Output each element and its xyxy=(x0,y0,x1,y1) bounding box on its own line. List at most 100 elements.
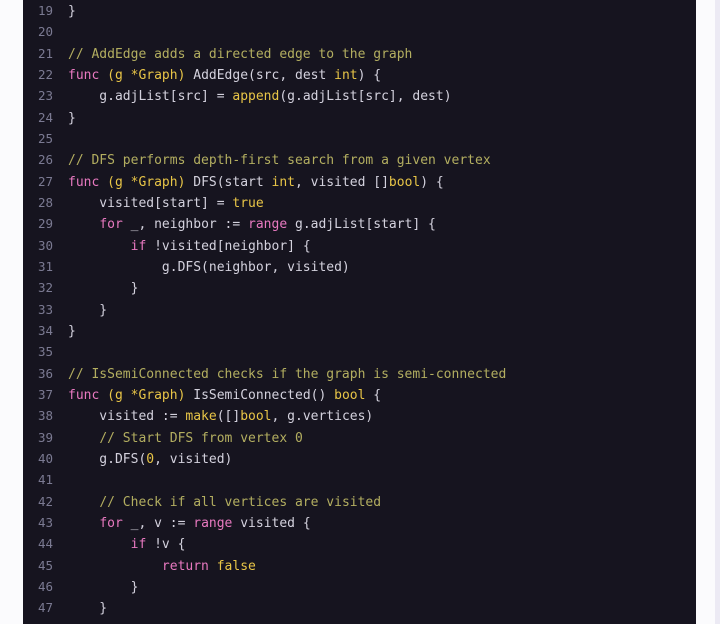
code-line-text[interactable]: visited[start] = true xyxy=(53,193,696,214)
code-line-text[interactable]: for _, neighbor := range g.adjList[start… xyxy=(53,214,696,235)
line-number: 36 xyxy=(37,365,53,381)
code-token: } xyxy=(68,4,76,19)
line-number: 45 xyxy=(37,557,53,573)
code-token: make xyxy=(185,409,217,425)
code-line[interactable]: 35 xyxy=(23,341,696,362)
code-token: _, v := xyxy=(122,515,194,531)
code-line-text[interactable]: for _, v := range visited { xyxy=(53,513,696,534)
code-line-text[interactable]: visited := make([]bool, g.vertices) xyxy=(53,406,696,427)
code-line[interactable]: 44 if !v { xyxy=(23,533,696,554)
code-token: } xyxy=(68,601,108,617)
code-line-text[interactable]: g.DFS(0, visited) xyxy=(53,449,696,470)
code-line[interactable]: 29 for _, neighbor := range g.adjList[st… xyxy=(23,213,696,234)
code-line-text[interactable]: func (g *Graph) AddEdge(src, dest int) { xyxy=(53,65,696,86)
code-token: if xyxy=(130,238,147,254)
code-line[interactable]: 24} xyxy=(23,107,696,128)
code-line-text[interactable]: } xyxy=(53,577,696,598)
code-line-text[interactable]: } xyxy=(53,598,696,619)
code-line-text[interactable]: } xyxy=(53,300,696,321)
code-line-text[interactable]: } xyxy=(53,108,696,129)
code-line-text[interactable]: // IsSemiConnected checks if the graph i… xyxy=(53,364,696,385)
code-token: (g.adjList[src], dest) xyxy=(279,89,452,105)
code-line[interactable]: 32 } xyxy=(23,277,696,298)
code-line-text[interactable]: func (g *Graph) DFS(start int, visited [… xyxy=(53,172,696,193)
code-line[interactable]: 39 // Start DFS from vertex 0 xyxy=(23,427,696,448)
code-line[interactable]: 42 // Check if all vertices are visited xyxy=(23,491,696,512)
code-line-text[interactable]: return false xyxy=(53,556,696,577)
code-token: (g *Graph) xyxy=(107,387,186,403)
code-token: visited { xyxy=(232,515,311,531)
code-line[interactable]: 31 g.DFS(neighbor, visited) xyxy=(23,256,696,277)
code-line[interactable]: 20 xyxy=(23,21,696,42)
code-token: (g *Graph) xyxy=(107,67,186,83)
code-line[interactable]: 46 } xyxy=(23,576,696,597)
code-token: { xyxy=(365,387,382,403)
code-scroll-area[interactable]: 19} 20 21 // AddEdge adds a directed edge t… xyxy=(23,0,696,624)
code-token: visited := xyxy=(68,409,186,425)
code-token: 0 xyxy=(146,451,155,467)
code-token: return xyxy=(161,558,209,574)
code-token: for xyxy=(99,217,123,233)
code-line[interactable]: 25 xyxy=(23,128,696,149)
code-line-text[interactable]: // Check if all vertices are visited xyxy=(53,492,696,513)
code-line[interactable]: 34} xyxy=(23,320,696,341)
code-token: // Start DFS from vertex 0 xyxy=(99,430,303,446)
line-number: 24 xyxy=(37,109,53,125)
code-line[interactable]: 43 for _, v := range visited { xyxy=(23,512,696,533)
code-line-text[interactable]: // Start DFS from vertex 0 xyxy=(53,428,696,449)
code-line[interactable]: 23 g.adjList[src] = append(g.adjList[src… xyxy=(23,85,696,106)
code-line[interactable]: 30 if !visited[neighbor] { xyxy=(23,235,696,256)
code-line-text[interactable]: if !visited[neighbor] { xyxy=(53,236,696,257)
line-number: 46 xyxy=(37,578,53,594)
code-line[interactable]: 38 visited := make([]bool, g.vertices) xyxy=(23,405,696,426)
code-token: append xyxy=(232,89,280,105)
code-line-text[interactable]: } xyxy=(53,321,696,342)
line-number: 38 xyxy=(37,408,53,424)
code-line[interactable]: 26 // DFS performs depth-first search fro… xyxy=(23,149,696,170)
line-number: 21 xyxy=(37,45,53,61)
line-number: 35 xyxy=(37,344,53,360)
code-line-text[interactable]: if !v { xyxy=(53,534,696,555)
line-number: 34 xyxy=(37,322,53,338)
code-token: DFS(start xyxy=(185,174,272,190)
code-line[interactable]: 27 func (g *Graph) DFS(start int, visited… xyxy=(23,171,696,192)
line-number: 39 xyxy=(37,429,53,445)
code-line[interactable]: 21 // AddEdge adds a directed edge to the… xyxy=(23,43,696,64)
code-token: , visited [] xyxy=(295,174,389,190)
code-line-text[interactable]: func (g *Graph) IsSemiConnected() bool { xyxy=(53,385,696,406)
code-token: bool xyxy=(240,409,272,425)
editor-surface[interactable]: 19} 20 21 // AddEdge adds a directed edge t… xyxy=(23,0,696,624)
code-line[interactable]: 37 func (g *Graph) IsSemiConnected() bool… xyxy=(23,384,696,405)
code-line-text[interactable]: } xyxy=(53,278,696,299)
code-line[interactable]: 22 func (g *Graph) AddEdge(src, dest int)… xyxy=(23,64,696,85)
code-line[interactable]: 47 } xyxy=(23,597,696,618)
code-line[interactable]: 40 g.DFS(0, visited) xyxy=(23,448,696,469)
code-token: range xyxy=(248,217,288,233)
code-line[interactable]: 33 } xyxy=(23,299,696,320)
code-line-text[interactable]: g.DFS(neighbor, visited) xyxy=(53,257,696,278)
code-line[interactable]: 28 visited[start] = true xyxy=(23,192,696,213)
code-token: ) { xyxy=(357,67,382,83)
line-number: 19 xyxy=(37,3,53,18)
code-line[interactable]: 41 xyxy=(23,469,696,490)
code-line[interactable]: 19} xyxy=(23,0,696,21)
code-token: bool xyxy=(388,174,421,190)
code-line[interactable]: 36 // IsSemiConnected checks if the graph… xyxy=(23,363,696,384)
code-line[interactable]: 45 return false xyxy=(23,555,696,576)
code-line-text[interactable]: // DFS performs depth-first search from … xyxy=(53,150,696,171)
code-token: // Check if all vertices are visited xyxy=(99,494,382,510)
code-token: ([] xyxy=(216,409,241,425)
code-line-text[interactable]: g.adjList[src] = append(g.adjList[src], … xyxy=(53,86,696,107)
code-token: g.DFS(neighbor, visited) xyxy=(68,259,350,275)
code-line-text[interactable]: // AddEdge adds a directed edge to the g… xyxy=(53,44,696,65)
code-line-text[interactable]: } xyxy=(53,1,696,22)
code-token: , visited) xyxy=(154,451,233,467)
